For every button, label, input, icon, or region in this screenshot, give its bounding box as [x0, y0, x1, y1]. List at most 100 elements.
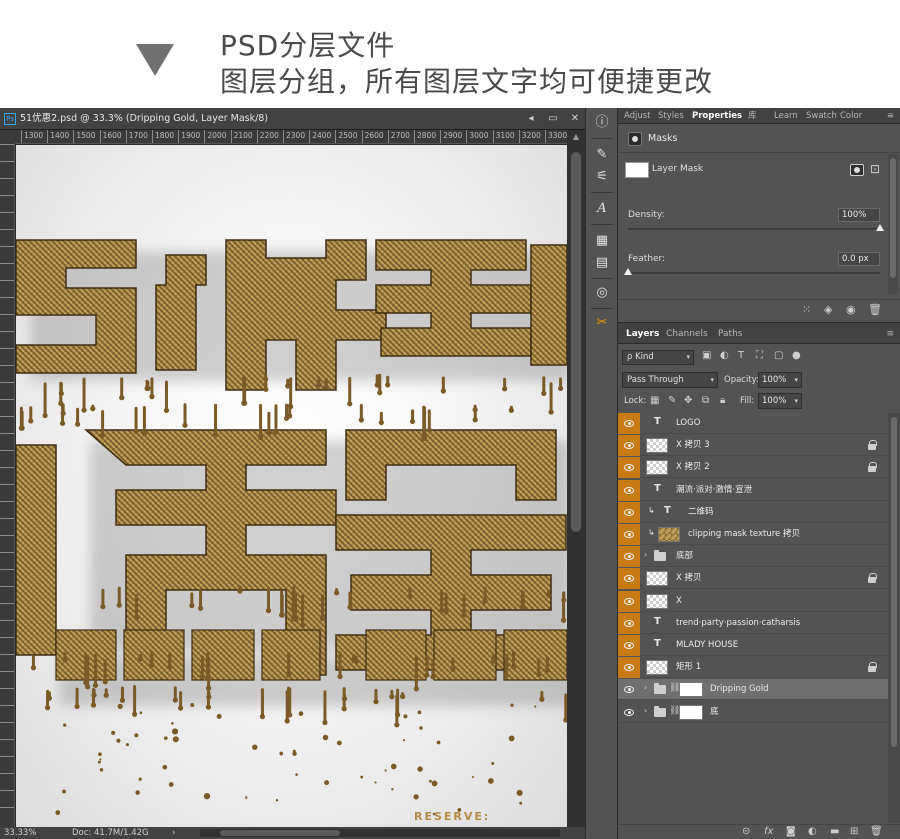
vertical-scroll-thumb[interactable] [571, 152, 581, 532]
add-pixel-mask-icon[interactable] [850, 164, 864, 176]
layer-row[interactable]: ↳ clipping mask texture 拷贝 [618, 524, 888, 545]
opacity-field[interactable]: 100% ▾ [758, 372, 802, 388]
layer-row[interactable]: › ⛓ Dripping Gold [618, 679, 888, 701]
document-tab[interactable]: Ps 51优惠2.psd @ 33.3% (Dripping Gold, Lay… [0, 108, 585, 130]
notes-icon[interactable]: ▤ [590, 252, 614, 274]
tab-properties[interactable]: Properties [692, 108, 742, 124]
properties-scrollbar[interactable] [888, 154, 898, 294]
scroll-up-icon[interactable]: ▲ [567, 132, 585, 141]
tab-libraries[interactable]: 库 [748, 108, 757, 124]
layer-thumbnail[interactable] [646, 438, 668, 454]
layer-name[interactable]: X [676, 591, 682, 612]
layer-visibility-toggle[interactable] [618, 679, 640, 700]
layer-mask-thumbnail[interactable] [679, 704, 703, 720]
layer-mask-thumbnail[interactable] [679, 682, 703, 698]
add-vector-mask-icon[interactable]: ⊡ [870, 162, 880, 176]
layer-visibility-toggle[interactable] [618, 435, 640, 457]
pixel-filter-icon[interactable]: ▣ [702, 350, 711, 361]
shape-filter-icon[interactable]: ⛶ [756, 350, 763, 361]
layer-visibility-toggle[interactable] [618, 501, 640, 523]
lock-position-icon[interactable]: ✥ [684, 395, 692, 406]
feather-slider[interactable] [628, 272, 880, 274]
layer-row[interactable]: 矩形 1 [618, 657, 888, 679]
properties-scroll-thumb[interactable] [890, 158, 896, 278]
density-slider[interactable] [628, 228, 880, 230]
new-group-icon[interactable]: ▬ [830, 826, 839, 837]
visibility-eye-icon[interactable]: ◉ [846, 303, 856, 316]
delete-mask-icon[interactable]: 🗑 [868, 303, 882, 316]
panel-menu-icon[interactable]: ≡ [887, 108, 894, 124]
layer-visibility-toggle[interactable] [618, 413, 640, 434]
adjustment-filter-icon[interactable]: ◐ [720, 350, 729, 361]
layer-row[interactable]: T MLADY HOUSE [618, 635, 888, 656]
layer-visibility-toggle[interactable] [618, 702, 640, 723]
maximize-icon[interactable]: ▭ [547, 108, 559, 130]
vertical-ruler[interactable] [0, 144, 15, 827]
layers-scrollbar[interactable] [888, 413, 900, 823]
blend-mode-select[interactable]: Pass Through ▾ [622, 372, 718, 388]
layer-thumbnail[interactable] [646, 460, 668, 476]
glyphs-icon[interactable]: ▦ [590, 230, 614, 252]
adjustment-layer-icon[interactable]: ◐ [808, 826, 817, 837]
tab-channels[interactable]: Channels [666, 323, 708, 345]
layer-mask-thumbnail[interactable] [625, 162, 649, 178]
tab-learn[interactable]: Learn [774, 108, 798, 124]
filter-toggle-icon[interactable]: ● [792, 350, 801, 361]
minimize-panel-icon[interactable]: ◂ [525, 108, 537, 130]
tab-adjustments[interactable]: Adjust [624, 108, 651, 124]
layer-name[interactable]: 底 [710, 702, 719, 723]
ruler-corner[interactable] [0, 130, 15, 144]
layer-name[interactable]: X 拷贝 2 [676, 457, 710, 478]
layer-row[interactable]: › ⛓ 底 [618, 701, 888, 723]
character-icon[interactable]: A [590, 198, 614, 220]
layer-row[interactable]: X 拷贝 2 [618, 457, 888, 479]
close-icon[interactable]: ✕ [569, 108, 581, 130]
layers-scroll-thumb[interactable] [891, 417, 897, 747]
horizontal-ruler[interactable]: 1300 1400 1500 1600 1700 1800 1900 2000 2100 2200… [15, 130, 567, 144]
layer-name[interactable]: Dripping Gold [710, 679, 769, 700]
delete-layer-icon[interactable]: 🗑 [870, 826, 883, 837]
brush-settings-icon[interactable]: ✎ [590, 144, 614, 166]
chevron-right-icon[interactable]: › [644, 706, 647, 715]
document-size[interactable]: Doc: 41.7M/1.42G [72, 827, 149, 839]
layer-row[interactable]: T LOGO [618, 413, 888, 434]
apply-mask-icon[interactable]: ◈ [824, 303, 832, 316]
layer-visibility-toggle[interactable] [618, 479, 640, 501]
layer-visibility-toggle[interactable] [618, 568, 640, 590]
type-filter-icon[interactable]: T [738, 350, 744, 361]
canvas[interactable]: RESERVE: [16, 145, 567, 827]
layer-name[interactable]: 底部 [676, 546, 693, 567]
lock-transparent-icon[interactable]: ▦ [650, 395, 659, 406]
new-layer-icon[interactable]: ⊞ [850, 826, 858, 837]
layers-menu-icon[interactable]: ≡ [886, 323, 894, 345]
layer-visibility-toggle[interactable] [618, 635, 640, 656]
horizontal-scroll-thumb[interactable] [220, 830, 340, 836]
layer-name[interactable]: X 拷贝 3 [676, 435, 710, 456]
layer-thumbnail[interactable] [658, 527, 680, 542]
layer-name[interactable]: trend·party·passion·catharsis [676, 613, 800, 634]
density-field[interactable]: 100% [838, 208, 880, 222]
layer-name[interactable]: 矩形 1 [676, 657, 701, 678]
horizontal-scrollbar[interactable] [200, 829, 560, 837]
layer-row[interactable]: X 拷贝 3 [618, 435, 888, 457]
layer-name[interactable]: clipping mask texture 拷贝 [688, 524, 800, 545]
load-selection-icon[interactable]: ⁙ [802, 303, 811, 316]
layer-row[interactable]: T 潮流·派对·激情·宣泄 [618, 479, 888, 501]
fill-field[interactable]: 100% ▾ [758, 393, 802, 409]
density-slider-handle[interactable] [876, 224, 884, 231]
lock-image-icon[interactable]: ✎ [668, 395, 676, 406]
link-layers-icon[interactable]: ⊝ [742, 826, 750, 837]
3d-icon[interactable]: ◎ [590, 282, 614, 304]
lock-all-icon[interactable]: 🔒︎ [720, 395, 725, 406]
layer-style-icon[interactable]: fx [764, 826, 773, 837]
layer-name[interactable]: 潮流·派对·激情·宣泄 [676, 480, 752, 501]
tab-paths[interactable]: Paths [718, 323, 742, 345]
layer-visibility-toggle[interactable] [618, 457, 640, 479]
layer-row[interactable]: › 底部 [618, 546, 888, 568]
vertical-scrollbar[interactable]: ▲ [567, 130, 585, 827]
layer-row[interactable]: ↳ T 二维码 [618, 501, 888, 523]
tab-layers[interactable]: Layers [626, 323, 659, 345]
layer-thumbnail[interactable] [646, 571, 668, 587]
feather-field[interactable]: 0.0 px [838, 252, 880, 266]
tool-presets-icon[interactable]: ✂ [590, 312, 614, 334]
